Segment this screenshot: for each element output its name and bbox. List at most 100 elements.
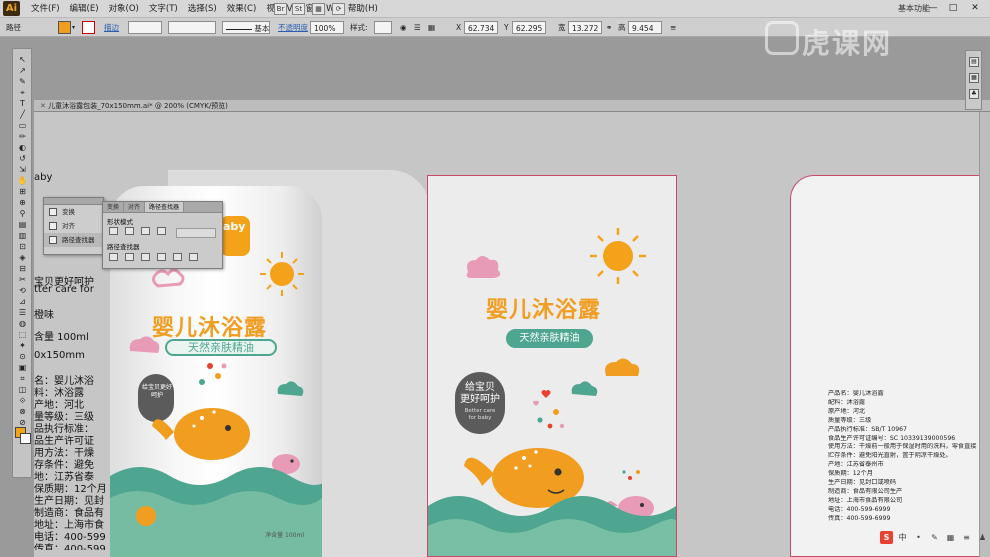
opacity-field[interactable]: 100% bbox=[310, 21, 344, 34]
recolor-icon[interactable]: ◉ bbox=[400, 21, 407, 34]
tray-icon[interactable]: ♟ bbox=[976, 531, 989, 544]
panel-menu-icon[interactable]: ≡ bbox=[670, 21, 676, 34]
expand-button[interactable] bbox=[176, 228, 216, 238]
panel-header[interactable] bbox=[44, 198, 103, 205]
tool-icon[interactable]: ⊗ bbox=[16, 407, 29, 417]
tool-icon[interactable]: ⊟ bbox=[16, 264, 29, 274]
tray-icon[interactable]: ≡ bbox=[960, 531, 973, 544]
panel-tab[interactable]: 路径查找器 bbox=[145, 202, 185, 212]
front-label-artboard[interactable]: 婴儿沐浴露 天然亲肤精油 给宝贝 更好呵护 Better care for ba… bbox=[427, 175, 677, 557]
tool-icon[interactable]: ⇲ bbox=[16, 165, 29, 175]
stroke-label[interactable]: 描边 bbox=[104, 21, 119, 34]
panel-list-item[interactable]: 对齐 bbox=[44, 219, 103, 233]
variable-width-profile[interactable] bbox=[168, 21, 216, 34]
tray-icon[interactable]: S bbox=[880, 531, 893, 544]
text-layer[interactable]: 0x150mm bbox=[34, 350, 85, 361]
link-icon[interactable]: ⚭ bbox=[606, 21, 612, 34]
menu-item[interactable]: 对象(O) bbox=[105, 3, 143, 16]
tool-icon[interactable]: ⊿ bbox=[16, 297, 29, 307]
tool-icon[interactable]: ◈ bbox=[16, 253, 29, 263]
tray-icon[interactable]: ▦ bbox=[944, 531, 957, 544]
minus-front-button[interactable] bbox=[125, 227, 134, 235]
document-tab[interactable]: ✕ 儿童沐浴露包装_70x150mm.ai* @ 200% (CMYK/预览) bbox=[34, 100, 990, 112]
tray-icon[interactable]: ✎ bbox=[928, 531, 941, 544]
tool-icon[interactable]: ⊙ bbox=[16, 352, 29, 362]
tool-icon[interactable]: ◫ bbox=[16, 385, 29, 395]
tray-icon[interactable]: • bbox=[912, 531, 925, 544]
tool-icon[interactable]: ◍ bbox=[16, 319, 29, 329]
exclude-button[interactable] bbox=[157, 227, 166, 235]
close-icon[interactable]: ✕ bbox=[967, 2, 983, 15]
stroke-weight-field[interactable] bbox=[128, 21, 162, 34]
panel-tab[interactable]: 对齐 bbox=[124, 202, 146, 212]
tool-icon[interactable]: ⟐ bbox=[16, 396, 29, 406]
fill-color-swatch[interactable] bbox=[58, 21, 71, 34]
tool-icon[interactable]: ⊞ bbox=[16, 187, 29, 197]
tool-icon[interactable]: ⌗ bbox=[16, 374, 29, 384]
tool-icon[interactable]: T bbox=[16, 99, 29, 109]
stroke-color-swatch[interactable] bbox=[82, 21, 95, 34]
tool-icon[interactable]: ▥ bbox=[16, 231, 29, 241]
menu-item[interactable]: 文件(F) bbox=[27, 3, 64, 16]
brush-definition[interactable]: 基本 bbox=[222, 21, 270, 34]
transform-icon[interactable]: ▦ bbox=[428, 21, 435, 34]
tool-icon[interactable]: ↗ bbox=[16, 66, 29, 76]
y-field[interactable]: 62.295 bbox=[512, 21, 546, 34]
tool-icon[interactable]: ⬚ bbox=[16, 330, 29, 340]
merge-button[interactable] bbox=[141, 253, 150, 261]
panel-tab[interactable]: 变换 bbox=[103, 202, 125, 212]
layers-icon[interactable]: ▤ bbox=[969, 57, 979, 67]
bridge-icon[interactable]: Br bbox=[274, 3, 287, 15]
menu-item[interactable]: 编辑(E) bbox=[66, 3, 103, 16]
image-icon[interactable]: ▦ bbox=[969, 73, 979, 83]
style-picker[interactable] bbox=[374, 21, 392, 34]
minimize-icon[interactable]: — bbox=[925, 2, 941, 15]
tool-icon[interactable]: ⌖ bbox=[16, 88, 29, 98]
minus-back-button[interactable] bbox=[189, 253, 198, 261]
tool-icon[interactable]: ↖ bbox=[16, 55, 29, 65]
tool-icon[interactable]: ╱ bbox=[16, 110, 29, 120]
unite-button[interactable] bbox=[109, 227, 118, 235]
panel-list-item[interactable]: 路径查找器 bbox=[44, 233, 103, 247]
menu-item[interactable]: 文字(T) bbox=[145, 3, 182, 16]
tool-icon[interactable]: ▭ bbox=[16, 121, 29, 131]
align-icon[interactable]: ☰ bbox=[414, 21, 421, 34]
menu-item[interactable]: 选择(S) bbox=[184, 3, 221, 16]
divide-button[interactable] bbox=[109, 253, 118, 261]
symbols-icon[interactable]: ♣ bbox=[969, 89, 979, 99]
chevron-down-icon[interactable]: ▾ bbox=[72, 21, 75, 34]
x-field[interactable]: 62.734 bbox=[464, 21, 498, 34]
tool-icon[interactable]: ✎ bbox=[16, 77, 29, 87]
tool-icon[interactable]: ☰ bbox=[16, 308, 29, 318]
opacity-link[interactable]: 不透明度 bbox=[278, 21, 308, 34]
vertical-scrollbar[interactable] bbox=[979, 112, 990, 557]
tool-icon[interactable]: ▣ bbox=[16, 363, 29, 373]
tool-icon[interactable]: ✏ bbox=[16, 132, 29, 142]
height-field[interactable]: 9.454 bbox=[628, 21, 662, 34]
width-field[interactable]: 13.272 bbox=[568, 21, 602, 34]
tool-icon[interactable]: ✋ bbox=[16, 176, 29, 186]
text-layer[interactable]: aby bbox=[34, 172, 52, 183]
tool-icon[interactable]: ⊡ bbox=[16, 242, 29, 252]
stock-icon[interactable]: St bbox=[292, 3, 305, 15]
tool-icon[interactable]: ⊘ bbox=[16, 418, 29, 428]
text-layer[interactable]: 含量 100ml bbox=[34, 328, 89, 343]
maximize-icon[interactable]: □ bbox=[945, 2, 961, 15]
tool-icon[interactable]: ▤ bbox=[16, 220, 29, 230]
text-layer[interactable]: tter care for bbox=[34, 284, 94, 295]
tool-icon[interactable]: ⟲ bbox=[16, 286, 29, 296]
tray-icon[interactable]: 中 bbox=[896, 531, 909, 544]
text-layer[interactable]: 传真：400-599 bbox=[34, 540, 106, 550]
arrange-icon[interactable]: ▦ bbox=[312, 3, 325, 15]
intersect-button[interactable] bbox=[141, 227, 150, 235]
panel-list-item[interactable]: 变换 bbox=[44, 205, 103, 219]
outline-button[interactable] bbox=[173, 253, 182, 261]
tool-icon[interactable]: ↺ bbox=[16, 154, 29, 164]
tool-icon[interactable]: ✂ bbox=[16, 275, 29, 285]
tool-icon[interactable]: ✦ bbox=[16, 341, 29, 351]
stroke-swatch[interactable] bbox=[20, 433, 31, 444]
trim-button[interactable] bbox=[125, 253, 134, 261]
tool-icon[interactable]: ⚲ bbox=[16, 209, 29, 219]
menu-item[interactable]: 帮助(H) bbox=[344, 3, 382, 16]
crop-button[interactable] bbox=[157, 253, 166, 261]
